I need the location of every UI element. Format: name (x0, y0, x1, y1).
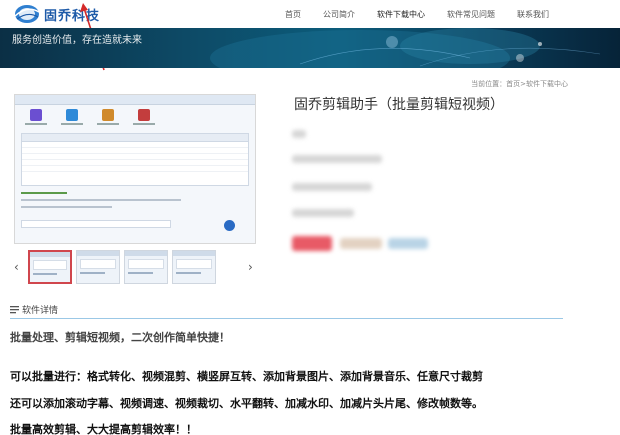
hero-banner: 服务创造价值，存在造就未来 (0, 28, 620, 68)
screenshot-path-field (21, 220, 171, 228)
nav-item-about[interactable]: 公司简介 (312, 9, 366, 20)
screenshot-tool-icon (131, 109, 157, 129)
details-headline: 批量处理、剪辑短视频，二次创作简单快捷！ (10, 331, 230, 344)
screenshot-options (21, 192, 249, 218)
feature-line-3: 批量高效剪辑、大大提高剪辑效率！！ (10, 423, 197, 435)
screenshot-tool-icon (59, 109, 85, 129)
blurred-download-button[interactable] (292, 236, 332, 251)
product-title: 固乔剪辑助手（批量剪辑短视频） (294, 97, 504, 113)
product-main-screenshot (14, 94, 256, 244)
details-section-header: 软件详情 (10, 303, 58, 316)
blurred-version-label (388, 238, 428, 249)
thumbnail-carousel: ‹ › (14, 250, 264, 286)
blurred-price-label (340, 238, 382, 249)
screenshot-tabbar (21, 133, 249, 142)
screenshot-toolbar (15, 105, 255, 133)
thumbnail-1[interactable] (28, 250, 72, 284)
banner-slogan: 服务创造价值，存在造就未来 (12, 35, 142, 46)
blurred-info-line (292, 155, 382, 163)
thumbnail-4[interactable] (172, 250, 216, 284)
nav-item-faq[interactable]: 软件常见问题 (436, 9, 506, 20)
feature-line-2: 还可以添加滚动字幕、视频调速、视频裁切、水平翻转、加减水印、加减片头片尾、修改帧… (10, 397, 483, 410)
thumbnail-2[interactable] (76, 250, 120, 284)
site-header: 固乔科技 首页 公司简介 软件下载中心 软件常见问题 联系我们 (0, 0, 620, 71)
nav-item-downloads[interactable]: 软件下载中心 (366, 9, 436, 20)
blurred-info-line (292, 130, 306, 138)
feature-line-1: 可以批量进行：格式转化、视频混剪、横竖屏互转、添加背景图片、添加背景音乐、任意尺… (10, 370, 483, 383)
thumbnail-3[interactable] (124, 250, 168, 284)
blurred-info-line (292, 183, 372, 191)
details-divider (10, 318, 563, 319)
screenshot-titlebar (15, 95, 255, 105)
screenshot-file-list (21, 142, 249, 186)
screenshot-tool-icon (95, 109, 121, 129)
carousel-next-icon[interactable]: › (248, 260, 253, 274)
screenshot-tool-icon (23, 109, 49, 129)
details-section-label: 软件详情 (22, 306, 59, 316)
carousel-prev-icon[interactable]: ‹ (14, 260, 19, 274)
details-list-icon (10, 306, 19, 314)
nav-item-home[interactable]: 首页 (274, 9, 312, 20)
breadcrumb: 当前位置：首页>软件下载中心 (471, 80, 568, 88)
nav-item-contact[interactable]: 联系我们 (506, 9, 560, 20)
screenshot-start-icon (224, 220, 235, 231)
logo-globe-icon (12, 3, 42, 25)
blurred-info-line (292, 209, 354, 217)
main-nav: 首页 公司简介 软件下载中心 软件常见问题 联系我们 (274, 9, 560, 20)
